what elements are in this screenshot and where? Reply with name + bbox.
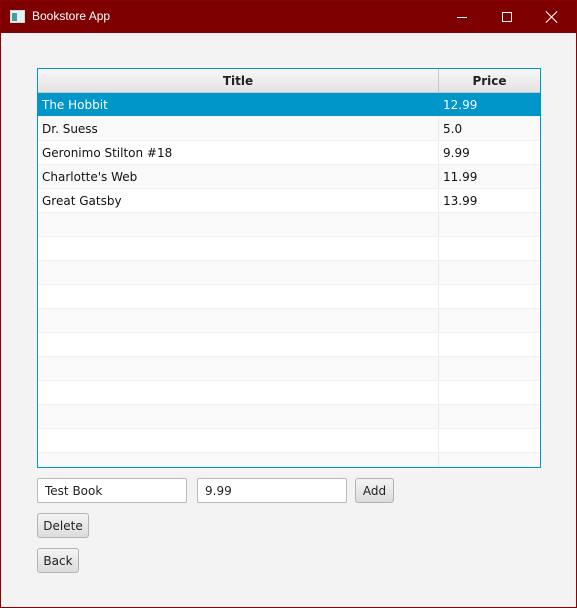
table-body: The Hobbit 12.99 Dr. Suess 5.0 Geronimo Stil… [38,93,540,467]
empty-table-row[interactable] [38,429,540,453]
maximize-icon [502,12,512,22]
empty-table-row[interactable] [38,405,540,429]
empty-table-row[interactable] [38,285,540,309]
cell-price [439,453,540,467]
cell-price [439,213,540,236]
cell-price [439,237,540,260]
price-input[interactable] [197,478,347,503]
cell-price [439,309,540,332]
cell-title [38,285,439,308]
cell-title [38,237,439,260]
table-row[interactable]: Great Gatsby 13.99 [38,189,540,213]
minimize-icon [457,16,467,18]
back-button[interactable]: Back [37,548,79,573]
cell-price: 11.99 [443,170,478,184]
title-bar[interactable]: Bookstore App [1,1,576,33]
empty-table-row[interactable] [38,357,540,381]
empty-table-row[interactable] [38,213,540,237]
empty-table-row[interactable] [38,453,540,467]
cell-title: Dr. Suess [38,117,439,140]
column-header-price[interactable]: Price [439,69,540,92]
empty-table-row[interactable] [38,309,540,333]
close-icon [546,11,558,23]
delete-button[interactable]: Delete [37,513,89,538]
cell-title [38,213,439,236]
cell-title [38,453,439,467]
cell-price [439,405,540,428]
cell-title: Charlotte's Web [38,165,439,188]
app-icon [10,10,25,23]
cell-price [439,381,540,404]
cell-price [439,285,540,308]
column-header-title[interactable]: Title [38,69,439,92]
cell-price: 12.99 [443,98,478,112]
cell-price [439,429,540,452]
table-row[interactable]: Geronimo Stilton #18 9.99 [38,141,540,165]
content-area: Title Price The Hobbit 12.99 Dr. Suess 5.0 G… [1,33,576,607]
cell-title: Great Gatsby [38,189,439,212]
cell-price: 13.99 [443,194,478,208]
add-button[interactable]: Add [355,478,394,503]
cell-price [439,261,540,284]
minimize-button[interactable] [439,1,485,33]
empty-table-row[interactable] [38,381,540,405]
books-table[interactable]: Title Price The Hobbit 12.99 Dr. Suess 5.0 G… [37,68,541,468]
maximize-button[interactable] [484,1,530,33]
cell-title [38,357,439,380]
app-window: Bookstore App Title Price The Hobbit 12.9… [0,0,577,608]
cell-title [38,261,439,284]
table-row[interactable]: Dr. Suess 5.0 [38,117,540,141]
table-row[interactable]: Charlotte's Web 11.99 [38,165,540,189]
cell-title [38,309,439,332]
window-title: Bookstore App [32,9,111,23]
close-button[interactable] [529,1,575,33]
cell-price: 9.99 [443,146,470,160]
cell-price [439,333,540,356]
cell-title: Geronimo Stilton #18 [38,141,439,164]
cell-price [439,357,540,380]
cell-title [38,405,439,428]
empty-table-row[interactable] [38,237,540,261]
empty-table-row[interactable] [38,261,540,285]
cell-title [38,381,439,404]
cell-title [38,429,439,452]
cell-title: The Hobbit [38,93,439,116]
table-row[interactable]: The Hobbit 12.99 [38,93,540,117]
cell-title [38,333,439,356]
table-header: Title Price [38,69,540,93]
cell-price: 5.0 [443,122,463,136]
title-input[interactable] [37,478,187,503]
empty-table-row[interactable] [38,333,540,357]
